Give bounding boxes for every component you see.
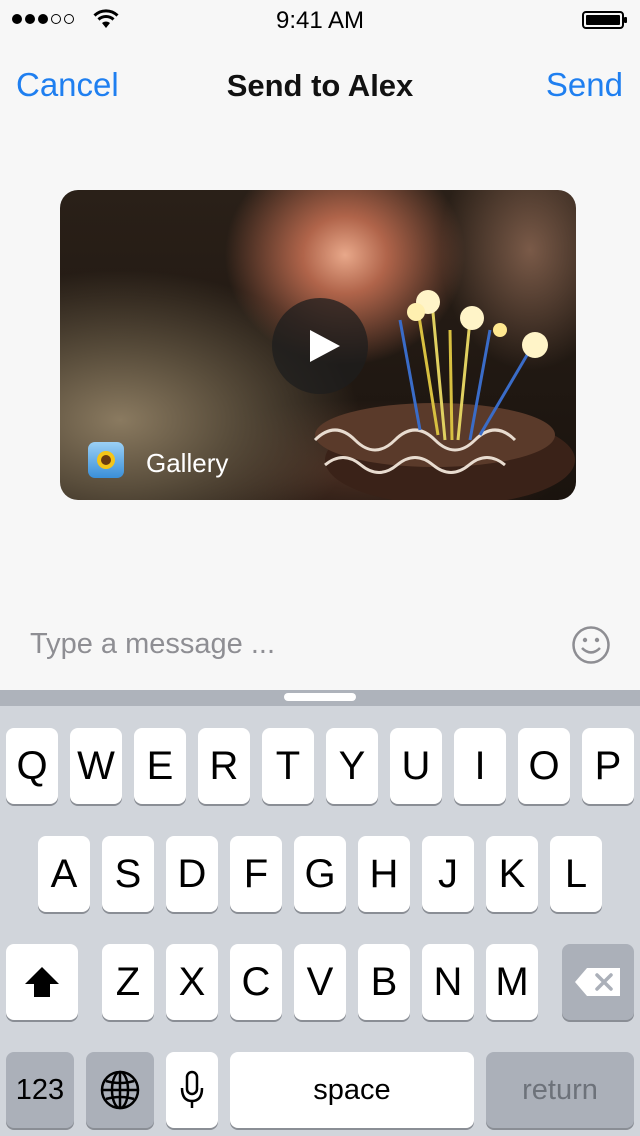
- numbers-key[interactable]: 123: [6, 1052, 74, 1128]
- key-u[interactable]: U: [390, 728, 442, 804]
- key-v[interactable]: V: [294, 944, 346, 1020]
- key-q[interactable]: Q: [6, 728, 58, 804]
- key-o[interactable]: O: [518, 728, 570, 804]
- play-icon: [310, 330, 340, 362]
- key-k[interactable]: K: [486, 836, 538, 912]
- keyboard: Q W E R T Y U I O P A S D F G H J K L Z …: [0, 690, 640, 1136]
- key-p[interactable]: P: [582, 728, 634, 804]
- keyboard-handle[interactable]: [284, 693, 356, 701]
- key-d[interactable]: D: [166, 836, 218, 912]
- key-n[interactable]: N: [422, 944, 474, 1020]
- status-time: 9:41 AM: [275, 7, 365, 34]
- microphone-key[interactable]: [166, 1052, 218, 1128]
- key-t[interactable]: T: [262, 728, 314, 804]
- key-z[interactable]: Z: [102, 944, 154, 1020]
- microphone-icon: [180, 1070, 204, 1108]
- key-f[interactable]: F: [230, 836, 282, 912]
- source-label: Gallery: [146, 448, 229, 478]
- key-s[interactable]: S: [102, 836, 154, 912]
- play-button[interactable]: [272, 298, 368, 394]
- space-key[interactable]: space: [230, 1052, 474, 1128]
- battery-icon: [582, 11, 627, 29]
- key-i[interactable]: I: [454, 728, 506, 804]
- cancel-button[interactable]: Cancel: [16, 66, 119, 104]
- key-l[interactable]: L: [550, 836, 602, 912]
- shift-icon: [25, 967, 59, 997]
- key-j[interactable]: J: [422, 836, 474, 912]
- key-r[interactable]: R: [198, 728, 250, 804]
- globe-key[interactable]: [86, 1052, 154, 1128]
- navigation-bar: Cancel Send to Alex Send: [0, 52, 640, 118]
- globe-icon: [100, 1070, 140, 1110]
- shift-key[interactable]: [6, 944, 78, 1020]
- key-h[interactable]: H: [358, 836, 410, 912]
- key-b[interactable]: B: [358, 944, 410, 1020]
- delete-key[interactable]: [562, 944, 634, 1020]
- message-input[interactable]: Type a message ...: [30, 628, 275, 661]
- key-y[interactable]: Y: [326, 728, 378, 804]
- smiley-icon[interactable]: [571, 625, 611, 665]
- send-button[interactable]: Send: [546, 66, 623, 104]
- status-bar: 9:41 AM: [0, 0, 640, 40]
- delete-icon: [575, 968, 620, 996]
- key-m[interactable]: M: [486, 944, 538, 1020]
- key-w[interactable]: W: [70, 728, 122, 804]
- key-g[interactable]: G: [294, 836, 346, 912]
- video-attachment[interactable]: Gallery: [60, 190, 576, 500]
- key-x[interactable]: X: [166, 944, 218, 1020]
- key-e[interactable]: E: [134, 728, 186, 804]
- gallery-app-icon: [88, 442, 124, 478]
- key-c[interactable]: C: [230, 944, 282, 1020]
- return-key[interactable]: return: [486, 1052, 634, 1128]
- key-a[interactable]: A: [38, 836, 90, 912]
